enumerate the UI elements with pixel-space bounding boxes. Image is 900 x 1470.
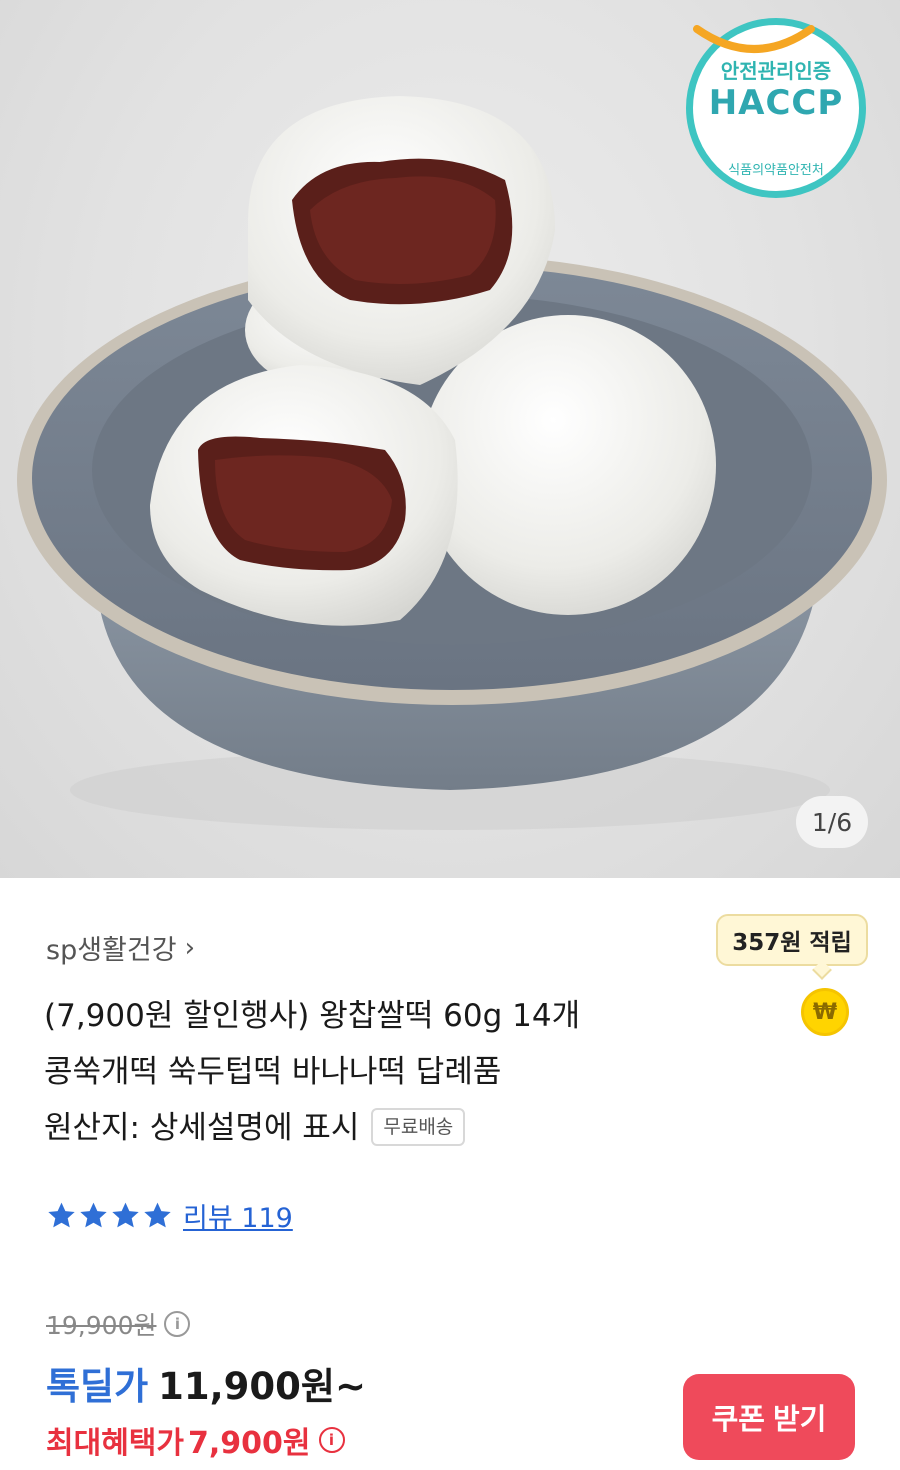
info-icon[interactable]: i xyxy=(164,1311,191,1337)
free-shipping-badge: 무료배송 xyxy=(371,1107,466,1146)
max-benefit-price-row: 최대혜택가 7,900원 i xyxy=(46,1418,345,1462)
original-price: 19,900원 xyxy=(46,1311,157,1340)
chevron-right-icon: › xyxy=(184,932,195,963)
info-icon[interactable]: i xyxy=(318,1427,345,1453)
star-icon xyxy=(144,1202,171,1228)
original-price-row: 19,900원 i xyxy=(46,1306,191,1342)
product-title: (7,900원 할인행사) 왕찹쌀떡 60g 14개 콩쑥개떡 쑥두텁떡 바나나… xyxy=(44,988,704,1156)
deal-price-value: 11,900원~ xyxy=(158,1365,366,1408)
deal-price-row: 톡딜가 11,900원~ xyxy=(46,1356,366,1410)
gallery-page-indicator: 1/6 xyxy=(796,796,868,848)
haccp-issuer-text: 식품의약품안전처 xyxy=(728,163,824,178)
review-count-link[interactable]: 리뷰 119 xyxy=(183,1196,293,1235)
rating-stars xyxy=(46,1200,173,1231)
rating-row[interactable]: 리뷰 119 xyxy=(46,1196,293,1235)
star-icon xyxy=(112,1202,139,1228)
product-title-line: 콩쑥개떡 쑥두텁떡 바나나떡 답례품 xyxy=(44,1054,502,1090)
product-image-gallery[interactable]: 안전관리인증 HACCP 식품의약품안전처 1/6 xyxy=(0,0,900,878)
star-icon xyxy=(48,1202,75,1228)
seller-name: sp생활건강 xyxy=(46,935,177,966)
product-title-line-with-badge: 원산지: 상세설명에 표시 무료배송 xyxy=(44,1100,704,1156)
won-coin-icon[interactable]: ₩ xyxy=(801,988,849,1036)
haccp-swoosh-icon xyxy=(693,25,815,53)
product-title-line: 원산지: 상세설명에 표시 xyxy=(44,1110,360,1146)
star-icon xyxy=(80,1202,107,1228)
max-benefit-label: 최대혜택가 xyxy=(46,1426,184,1461)
deal-price-label: 톡딜가 xyxy=(46,1365,149,1408)
haccp-main-text: HACCP xyxy=(708,83,844,123)
product-title-line: (7,900원 할인행사) 왕찹쌀떡 60g 14개 xyxy=(44,998,581,1034)
points-reward-bubble: 357원 적립 xyxy=(716,914,868,966)
seller-link[interactable]: sp생활건강 › xyxy=(46,928,195,967)
haccp-certification-badge: 안전관리인증 HACCP 식품의약품안전처 xyxy=(686,18,866,198)
max-benefit-value: 7,900원 xyxy=(188,1426,311,1461)
get-coupon-button[interactable]: 쿠폰 받기 xyxy=(683,1374,855,1460)
